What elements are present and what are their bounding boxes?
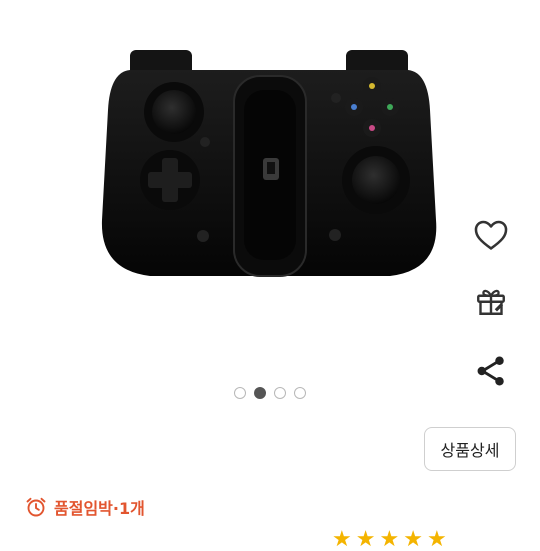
star-icon: ★ xyxy=(403,526,423,551)
wishlist-button[interactable] xyxy=(468,212,514,258)
star-icon: ★ xyxy=(332,526,352,551)
product-detail-button[interactable]: 상품상세 xyxy=(424,427,516,471)
gift-button[interactable] xyxy=(468,278,514,324)
gallery-dot-1[interactable] xyxy=(234,387,246,399)
gallery-dot-3[interactable] xyxy=(274,387,286,399)
star-icon: ★ xyxy=(426,526,447,551)
share-icon xyxy=(477,356,504,386)
heart-outline-icon xyxy=(474,220,508,250)
gallery-pagination xyxy=(0,387,540,403)
gift-box-icon xyxy=(477,289,505,315)
gallery-dot-4[interactable] xyxy=(294,387,306,399)
stock-warning-text: 품절임박·1개 xyxy=(54,499,145,518)
alarm-clock-icon xyxy=(26,497,46,517)
star-icon: ★ xyxy=(379,526,400,551)
stock-warning: 품절임박·1개 xyxy=(24,494,145,520)
gallery-dot-2-active[interactable] xyxy=(254,387,266,399)
rating-stars: ★ ★ ★ ★ ★ xyxy=(332,528,447,550)
product-image[interactable] xyxy=(90,30,450,360)
star-icon: ★ xyxy=(355,526,376,551)
gamepad-image xyxy=(101,50,437,277)
